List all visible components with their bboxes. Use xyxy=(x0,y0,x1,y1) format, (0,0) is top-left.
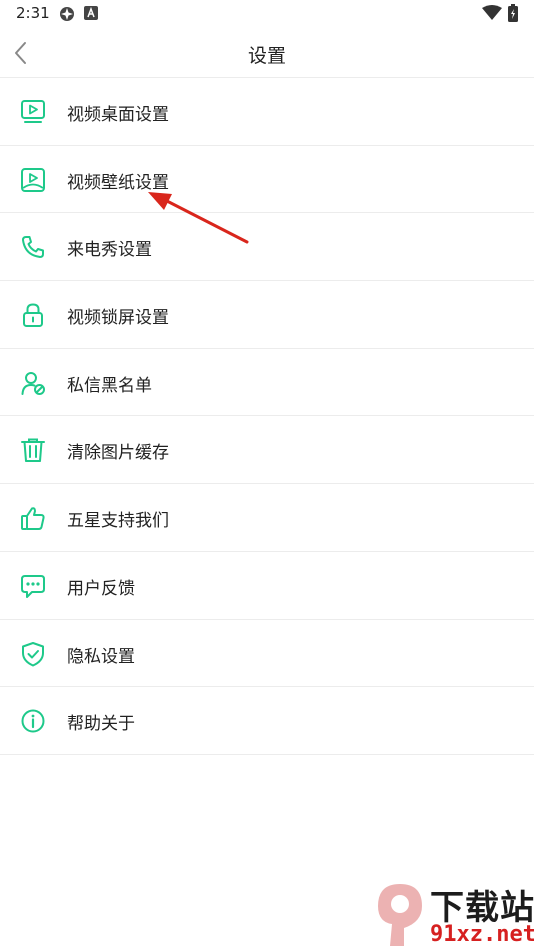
watermark: 下载站 91xz.net xyxy=(370,880,534,950)
menu-item-five-star[interactable]: 五星支持我们 xyxy=(0,484,534,552)
phone-icon xyxy=(22,236,44,259)
lock-icon xyxy=(23,303,43,328)
menu-item-video-wallpaper[interactable]: 视频壁纸设置 xyxy=(0,146,534,214)
menu-item-label: 视频桌面设置 xyxy=(67,105,169,125)
trash-icon xyxy=(21,438,45,463)
menu-item-label: 视频锁屏设置 xyxy=(67,308,169,329)
info-icon xyxy=(21,709,45,733)
menu-item-label: 清除图片缓存 xyxy=(67,443,169,464)
page-title: 设置 xyxy=(247,45,286,67)
menu-item-caller-show[interactable]: 来电秀设置 xyxy=(0,213,534,282)
a-icon xyxy=(84,6,98,20)
status-time: 2:31 xyxy=(16,4,50,22)
menu-item-label: 视频壁纸设置 xyxy=(67,172,169,193)
menu-item-help-about[interactable]: 帮助关于 xyxy=(0,687,534,755)
menu-item-label: 来电秀设置 xyxy=(67,240,152,261)
watermark-url: 91xz.net xyxy=(430,922,534,947)
menu-item-blacklist[interactable]: 私信黑名单 xyxy=(0,349,534,417)
shield-check-icon xyxy=(22,641,44,666)
video-wallpaper-icon xyxy=(21,167,45,192)
watermark-logo xyxy=(378,884,422,946)
header: 设置 xyxy=(0,28,534,78)
battery-icon xyxy=(508,4,518,22)
thumbs-up-icon xyxy=(21,507,45,531)
menu-item-label: 用户反馈 xyxy=(67,578,135,599)
menu-item-label: 隐私设置 xyxy=(67,646,135,667)
status-bar: 2:31 xyxy=(0,0,534,28)
feedback-icon xyxy=(21,574,45,598)
settings-list: 视频桌面设置 视频壁纸设置 来电秀设置 视频锁屏设置 私信黑名单 清除图片缓存 … xyxy=(0,78,534,755)
menu-item-video-lockscreen[interactable]: 视频锁屏设置 xyxy=(0,281,534,349)
menu-item-label: 私信黑名单 xyxy=(67,375,152,396)
menu-item-feedback[interactable]: 用户反馈 xyxy=(0,552,534,620)
menu-item-clear-cache[interactable]: 清除图片缓存 xyxy=(0,416,534,485)
menu-item-label: 五星支持我们 xyxy=(67,511,169,532)
user-blocked-icon xyxy=(21,371,45,395)
menu-item-video-desktop[interactable]: 视频桌面设置 xyxy=(0,78,534,146)
menu-item-label: 帮助关于 xyxy=(67,714,135,735)
app-icon xyxy=(60,7,74,21)
menu-item-privacy[interactable]: 隐私设置 xyxy=(0,620,534,688)
wifi-icon xyxy=(482,5,502,20)
video-desktop-icon xyxy=(21,100,45,123)
